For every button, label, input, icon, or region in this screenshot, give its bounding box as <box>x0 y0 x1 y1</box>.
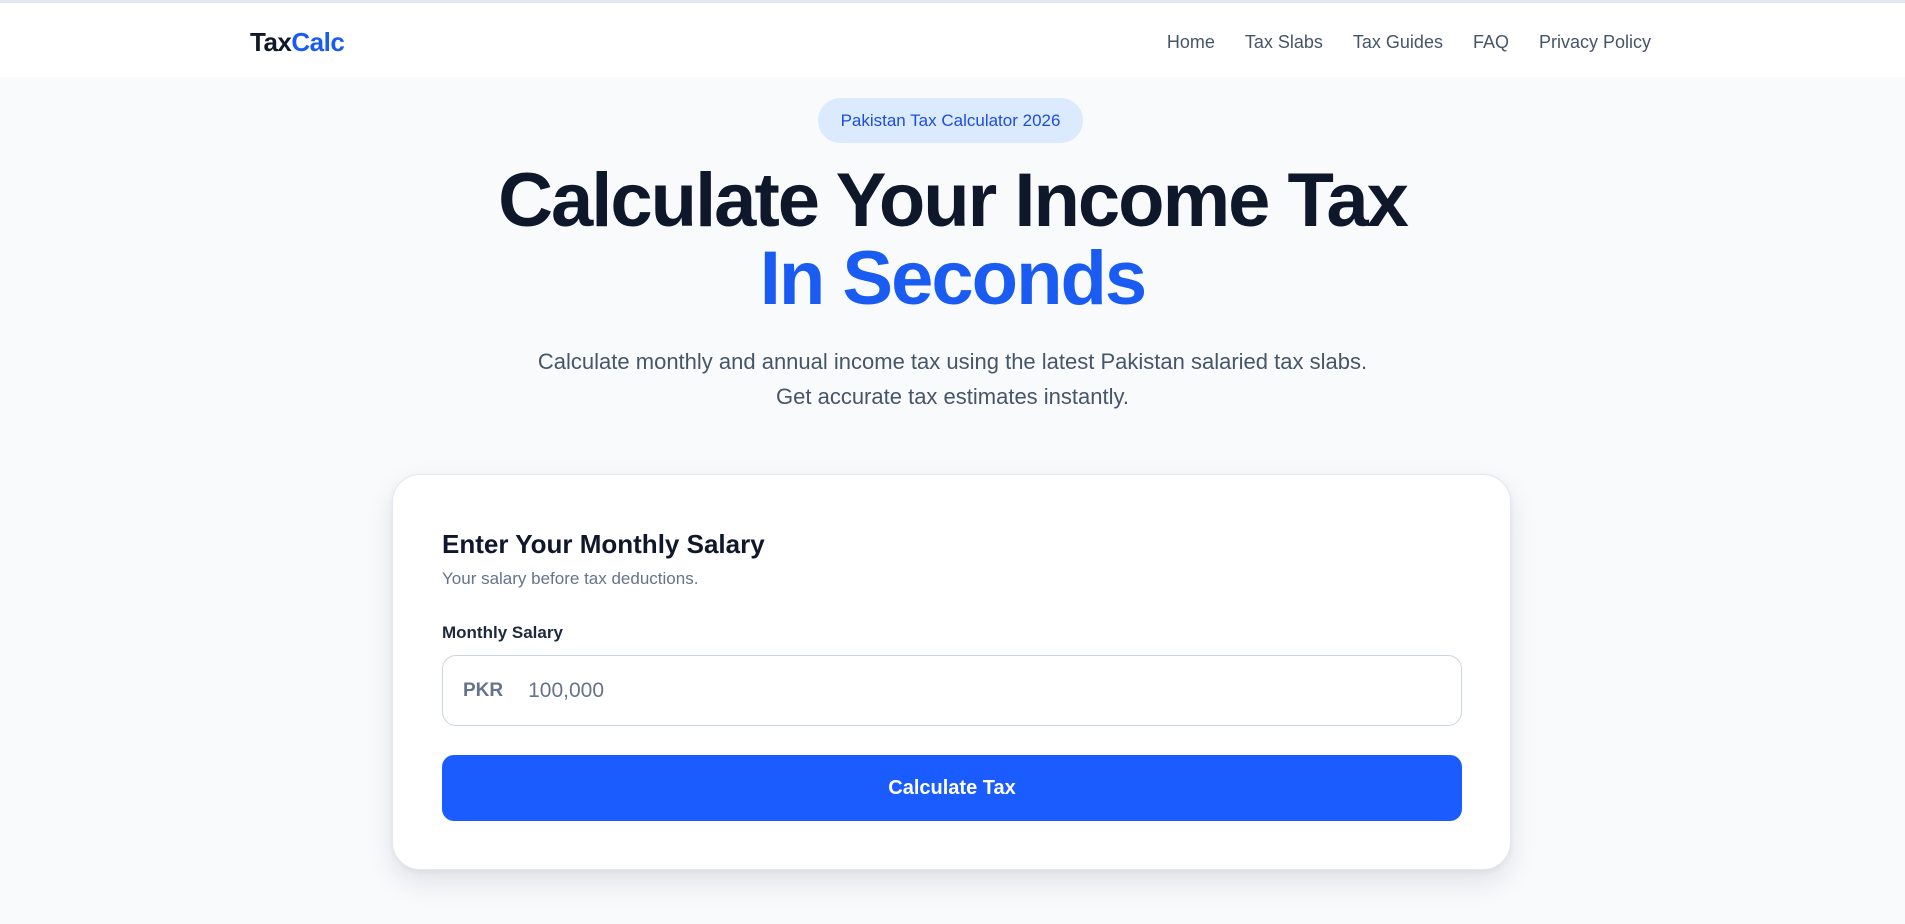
calculate-tax-button[interactable]: Calculate Tax <box>442 755 1462 821</box>
hero-subtitle-line1: Calculate monthly and annual income tax … <box>537 349 1368 374</box>
hero-subtitle-line2: Get accurate tax estimates instantly. <box>776 384 1129 409</box>
monthly-salary-input[interactable] <box>528 678 1429 703</box>
calculator-subtitle: Your salary before tax deductions. <box>442 569 699 588</box>
hero-subtitle: Calculate monthly and annual income tax … <box>0 344 1905 414</box>
nav-link-tax-guides[interactable]: Tax Guides <box>1353 32 1443 53</box>
nav-link-tax-slabs[interactable]: Tax Slabs <box>1245 32 1323 53</box>
hero-title-line1: Calculate Your Income Tax <box>498 158 1409 243</box>
salary-input-wrapper[interactable]: PKR <box>442 655 1462 726</box>
logo[interactable]: TaxCalc <box>250 27 345 58</box>
nav-links: Home Tax Slabs Tax Guides FAQ Privacy Po… <box>1167 32 1651 53</box>
calculator-title: Enter Your Monthly Salary <box>442 529 765 559</box>
logo-text-tax: Tax <box>250 27 292 57</box>
currency-prefix: PKR <box>463 679 504 701</box>
nav-link-home[interactable]: Home <box>1167 32 1215 53</box>
monthly-salary-label: Monthly Salary <box>442 623 563 642</box>
hero-title: Calculate Your Income Tax In Seconds <box>0 162 1905 318</box>
nav-link-faq[interactable]: FAQ <box>1473 32 1509 53</box>
hero-badge: Pakistan Tax Calculator 2026 <box>818 98 1083 143</box>
calculator-card: Enter Your Monthly Salary Your salary be… <box>392 474 1511 870</box>
nav-link-privacy-policy[interactable]: Privacy Policy <box>1539 32 1651 53</box>
hero-title-line2: In Seconds <box>759 236 1147 321</box>
navbar: TaxCalc Home Tax Slabs Tax Guides FAQ Pr… <box>0 3 1905 77</box>
logo-text-calc: Calc <box>291 27 345 57</box>
